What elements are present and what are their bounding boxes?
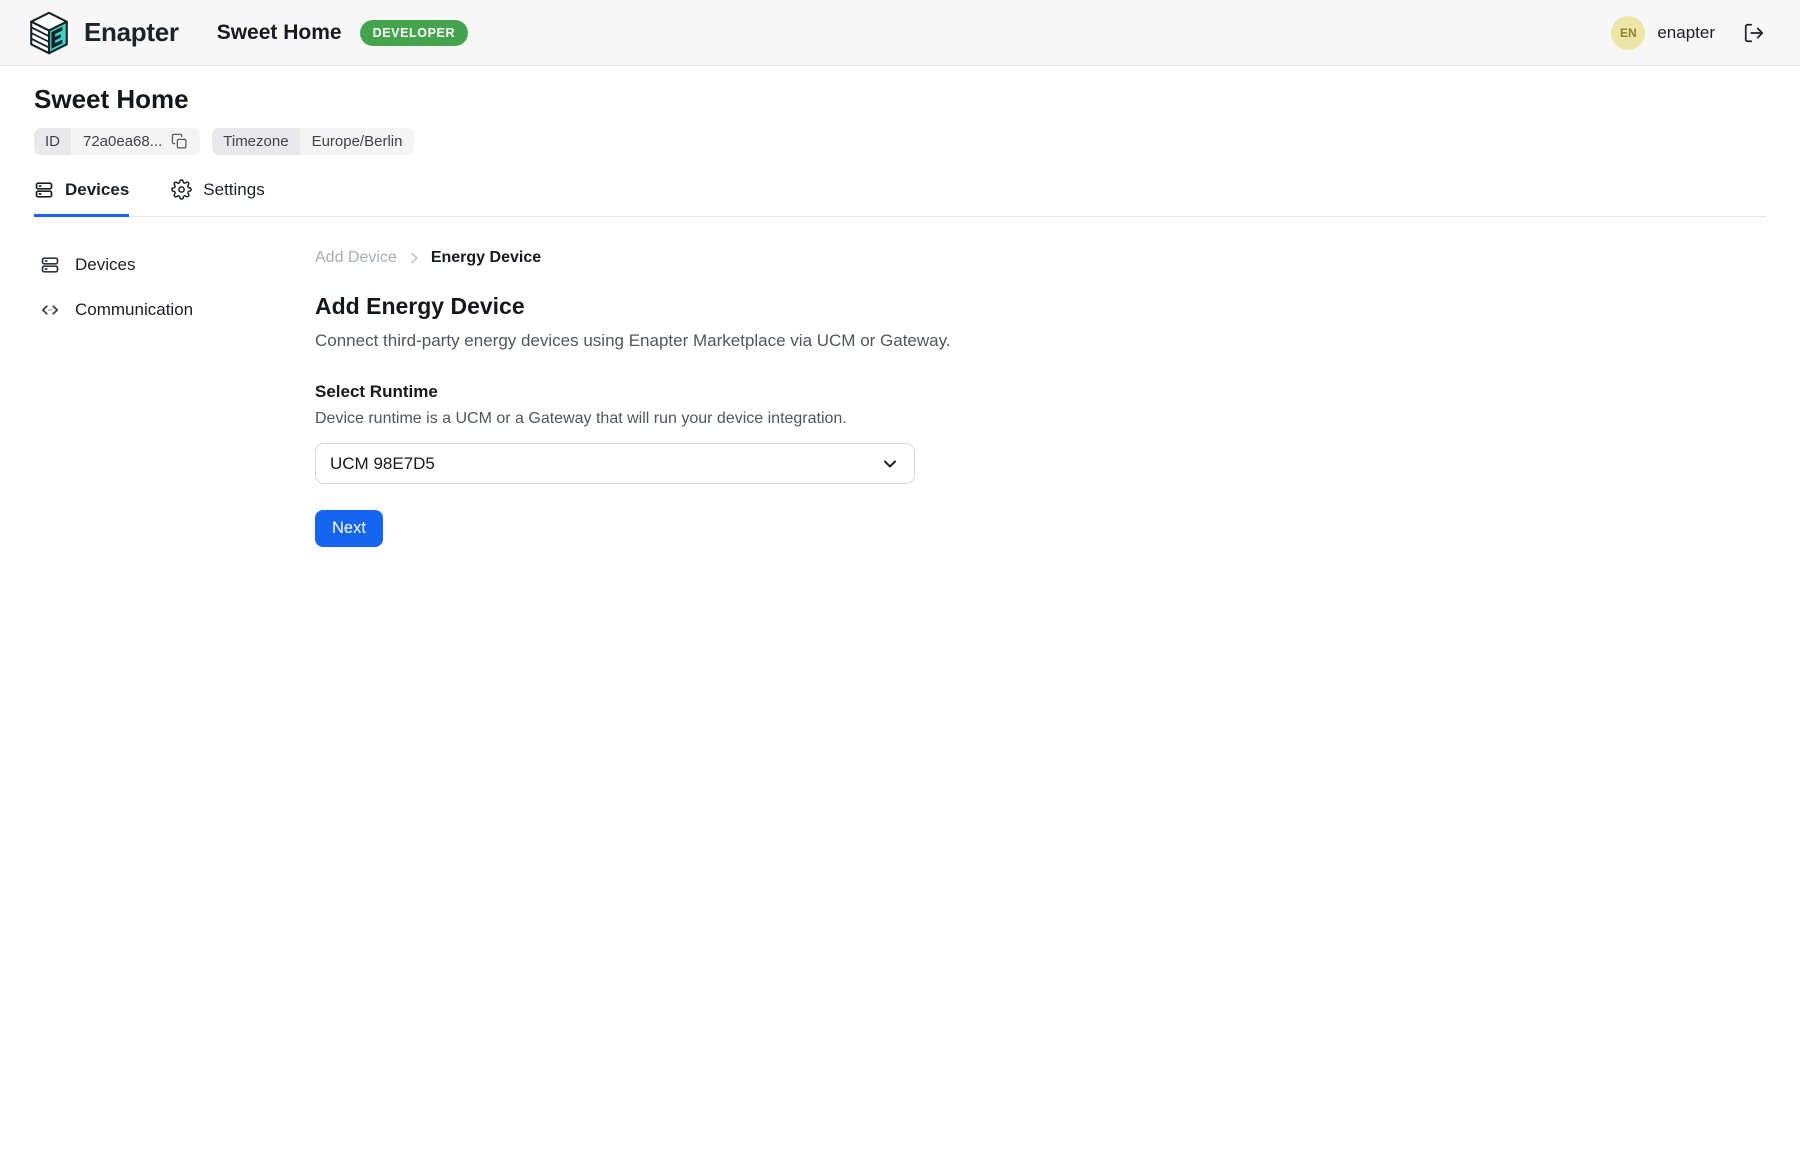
timezone-chip-label: Timezone [212, 128, 299, 155]
tab-devices[interactable]: Devices [34, 179, 129, 217]
tab-settings-label: Settings [203, 180, 264, 200]
chevron-down-icon [881, 455, 899, 473]
page-head: Sweet Home ID 72a0ea68... Timezone Europ… [0, 84, 1800, 217]
avatar: EN [1611, 16, 1645, 50]
copy-id-button[interactable] [171, 133, 188, 150]
id-chip-value-text: 72a0ea68... [83, 133, 162, 150]
section-description: Connect third-party energy devices using… [315, 331, 1800, 351]
select-runtime-help: Device runtime is a UCM or a Gateway tha… [315, 410, 1800, 428]
developer-badge: DEVELOPER [360, 20, 469, 46]
app-header: Enapter Sweet Home DEVELOPER EN enapter [0, 0, 1800, 66]
sidebar-item-label: Communication [75, 300, 193, 320]
timezone-chip-value: Europe/Berlin [300, 128, 415, 155]
gear-icon [171, 179, 192, 200]
section-title: Add Energy Device [315, 293, 1800, 320]
username-label: enapter [1657, 23, 1715, 43]
breadcrumb-energy-device: Energy Device [431, 249, 541, 267]
page-title: Sweet Home [34, 84, 1766, 115]
copy-icon [171, 133, 188, 150]
devices-icon [34, 180, 54, 200]
id-chip-value: 72a0ea68... [71, 128, 200, 155]
logout-icon [1743, 22, 1765, 44]
content: Devices Communication Add Device [0, 217, 1800, 547]
timezone-chip: Timezone Europe/Berlin [212, 128, 414, 155]
sidebar-item-label: Devices [75, 255, 135, 275]
sidebar-item-devices[interactable]: Devices [40, 255, 315, 275]
code-brackets-icon [40, 300, 60, 320]
brand-name: Enapter [84, 17, 179, 48]
devices-icon [40, 255, 60, 275]
meta-row: ID 72a0ea68... Timezone Europe/Berlin [34, 128, 1766, 155]
main-panel: Add Device Energy Device Add Energy Devi… [315, 217, 1800, 547]
runtime-select[interactable]: UCM 98E7D5 [315, 443, 915, 484]
sidebar-item-communication[interactable]: Communication [40, 300, 315, 320]
breadcrumb-add-device[interactable]: Add Device [315, 249, 397, 267]
user-menu[interactable]: EN enapter [1611, 16, 1715, 50]
tab-settings[interactable]: Settings [171, 179, 264, 217]
tab-devices-label: Devices [65, 180, 129, 200]
select-runtime-label: Select Runtime [315, 382, 1800, 402]
chevron-right-icon [406, 250, 422, 266]
enapter-logo[interactable]: Enapter [28, 10, 179, 56]
sidebar: Devices Communication [0, 217, 315, 345]
id-chip: ID 72a0ea68... [34, 128, 200, 155]
runtime-select-value: UCM 98E7D5 [330, 454, 435, 474]
tab-bar: Devices Settings [34, 179, 1766, 217]
breadcrumb: Add Device Energy Device [315, 249, 1800, 267]
next-button[interactable]: Next [315, 510, 383, 547]
id-chip-label: ID [34, 128, 71, 155]
enapter-logo-icon [28, 10, 70, 56]
header-site-name: Sweet Home [217, 21, 342, 45]
logout-button[interactable] [1743, 22, 1765, 44]
